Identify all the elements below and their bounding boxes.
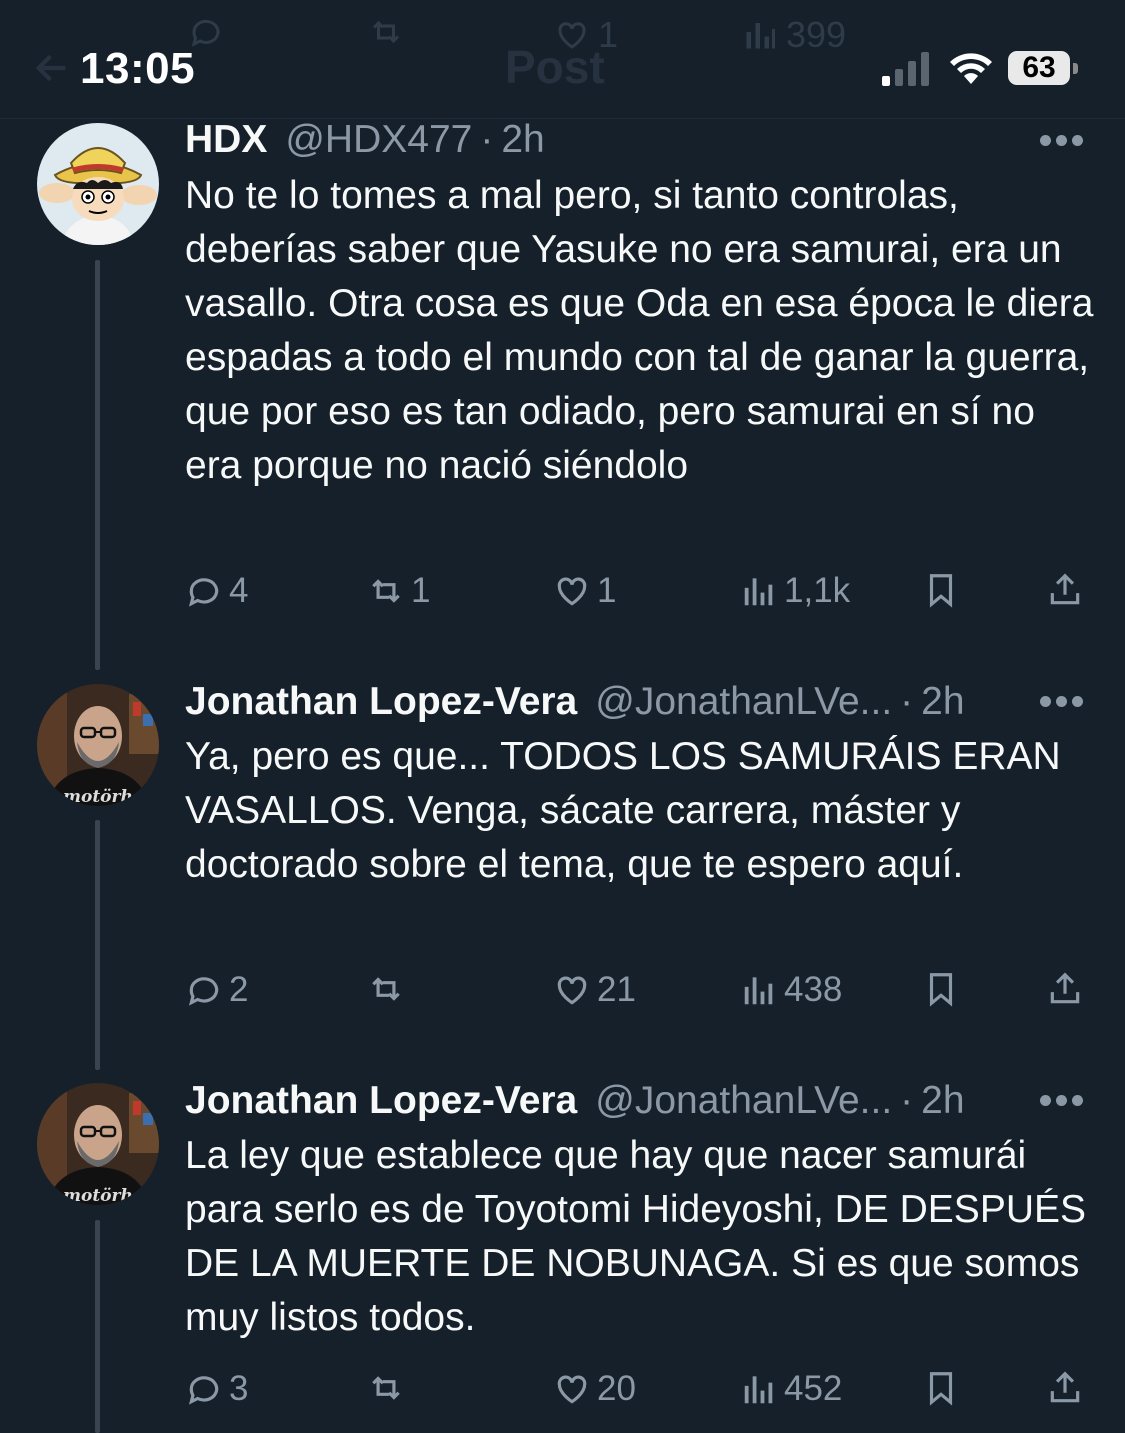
more-options-icon[interactable]: [1040, 135, 1084, 149]
views-button[interactable]: 438: [740, 970, 842, 1010]
thread-line: [95, 820, 100, 1070]
author-handle[interactable]: @JonathanLVe...: [595, 1079, 892, 1123]
back-arrow-icon[interactable]: [32, 48, 72, 88]
retweet-count: 1: [411, 571, 431, 610]
timestamp[interactable]: 2h: [921, 680, 964, 724]
bookmark-icon: [929, 973, 953, 1007]
reply-icon: [188, 977, 219, 1006]
views-chart-icon: [744, 578, 773, 606]
views-count: 438: [784, 970, 843, 1009]
tweet-text: No te lo tomes a mal pero, si tanto cont…: [185, 174, 1094, 487]
reply-button[interactable]: 3: [185, 1369, 248, 1409]
like-count: 1: [597, 571, 617, 610]
tweet-text: Ya, pero es que... TODOS LOS SAMURÁIS ER…: [185, 735, 1061, 886]
ghost-views-count: 399: [786, 14, 847, 55]
avatar-hdx[interactable]: [37, 123, 159, 245]
tweet-header: Jonathan Lopez-Vera @JonathanLVe... · 2h: [185, 1079, 965, 1123]
more-options-icon[interactable]: [1040, 1095, 1084, 1109]
tweet-actions: 4 1 1 1,1k: [0, 571, 1125, 615]
heart-icon: [557, 976, 587, 1005]
author-name[interactable]: HDX: [185, 118, 267, 162]
battery-icon: 63: [1008, 51, 1078, 87]
page-title: Post: [505, 41, 605, 93]
reply-count: 3: [229, 1369, 249, 1408]
separator-dot: ·: [900, 680, 914, 723]
retweet-icon: [372, 1376, 400, 1400]
like-count: 21: [597, 970, 636, 1009]
views-count: 452: [784, 1369, 843, 1408]
ghost-retweet-icon: [368, 14, 404, 50]
retweet-icon: [372, 977, 400, 1001]
reply-icon: [188, 578, 219, 607]
views-chart-icon: [744, 977, 773, 1005]
views-button[interactable]: 452: [740, 1369, 842, 1409]
reply-count: 2: [229, 970, 249, 1009]
heart-icon: [557, 1375, 587, 1404]
share-icon: [1050, 972, 1080, 1004]
retweet-button[interactable]: [367, 1369, 411, 1407]
share-button[interactable]: [1046, 571, 1090, 609]
share-button[interactable]: [1046, 1369, 1090, 1407]
reply-icon: [188, 1376, 219, 1405]
views-count: 1,1k: [784, 571, 851, 610]
bookmark-button[interactable]: [922, 970, 966, 1008]
svg-text:motörhe: motörhe: [63, 1186, 144, 1205]
svg-text:motörhe: motörhe: [63, 787, 144, 806]
separator-dot: ·: [480, 118, 494, 161]
author-handle[interactable]: @JonathanLVe...: [595, 680, 892, 724]
author-handle[interactable]: @HDX477: [285, 118, 472, 162]
share-icon: [1050, 573, 1080, 605]
ghost-views: 399: [742, 14, 846, 56]
separator-dot: ·: [900, 1079, 914, 1122]
tweet-header: Jonathan Lopez-Vera @JonathanLVe... · 2h: [185, 680, 965, 724]
reply-button[interactable]: 2: [185, 970, 248, 1010]
bookmark-button[interactable]: [922, 571, 966, 609]
like-button[interactable]: 1: [553, 571, 616, 611]
author-name[interactable]: Jonathan Lopez-Vera: [185, 1079, 577, 1123]
reply-count: 4: [229, 571, 249, 610]
cellular-signal-icon: [882, 52, 929, 86]
status-time: 13:05: [80, 44, 196, 93]
bookmark-icon: [929, 574, 953, 608]
tweet-header: HDX @HDX477 · 2h: [185, 118, 545, 162]
like-count: 20: [597, 1369, 636, 1408]
bookmark-icon: [929, 1372, 953, 1406]
reply-button[interactable]: 4: [185, 571, 248, 611]
wifi-icon: [950, 53, 992, 84]
status-bar: 1 399 Post 13:05 63: [0, 0, 1125, 119]
heart-icon: [557, 577, 587, 606]
tweet-text: La ley que establece que hay que nacer s…: [185, 1134, 1087, 1339]
avatar-jonathan[interactable]: motörhe: [37, 1083, 159, 1205]
retweet-button[interactable]: 1: [367, 571, 430, 611]
battery-level: 63: [1008, 51, 1070, 85]
tweet-actions: 2 21 438: [0, 970, 1125, 1014]
views-button[interactable]: 1,1k: [740, 571, 850, 611]
share-icon: [1050, 1371, 1080, 1403]
more-options-icon[interactable]: [1040, 696, 1084, 710]
share-button[interactable]: [1046, 970, 1090, 1008]
timestamp[interactable]: 2h: [501, 118, 544, 162]
retweet-button[interactable]: [367, 970, 411, 1008]
views-chart-icon: [744, 1376, 773, 1404]
timestamp[interactable]: 2h: [921, 1079, 964, 1123]
bookmark-button[interactable]: [922, 1369, 966, 1407]
retweet-icon: [372, 579, 400, 603]
avatar-jonathan[interactable]: motörhe: [37, 684, 159, 806]
author-name[interactable]: Jonathan Lopez-Vera: [185, 680, 577, 724]
like-button[interactable]: 21: [553, 970, 636, 1010]
tweet-actions: 3 20 452: [0, 1369, 1125, 1413]
like-button[interactable]: 20: [553, 1369, 636, 1409]
